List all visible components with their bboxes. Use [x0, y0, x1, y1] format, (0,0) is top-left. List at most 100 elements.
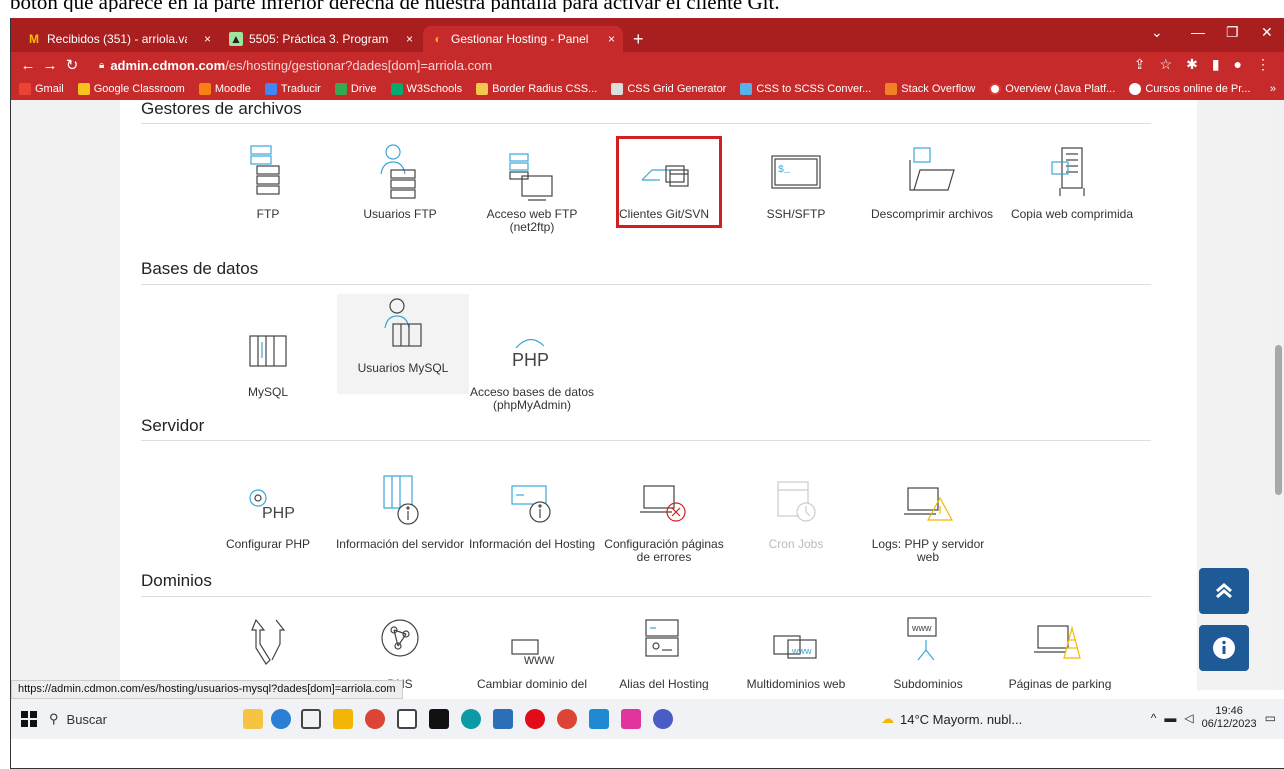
close-window-icon[interactable]: ✕: [1261, 24, 1273, 41]
new-tab-button[interactable]: +: [625, 26, 652, 52]
item-dominio-flechas[interactable]: [202, 610, 334, 678]
cloud-icon: ☁: [881, 711, 894, 726]
bookmark-css-grid[interactable]: CSS Grid Generator: [611, 83, 726, 95]
bookmark-classroom[interactable]: Google Classroom: [77, 83, 185, 95]
bookmark-drive[interactable]: Drive: [334, 83, 377, 95]
edge-icon[interactable]: [461, 709, 481, 729]
chevron-down-icon[interactable]: ⌄: [1151, 24, 1163, 41]
reload-icon[interactable]: ↻: [61, 56, 83, 74]
item-subdominios[interactable]: www Subdominios: [862, 610, 994, 690]
item-cambiar-dominio[interactable]: www Cambiar dominio del Hosting: [466, 610, 598, 690]
item-phpmyadmin[interactable]: PHP Acceso bases de datos (phpMyAdmin): [466, 318, 598, 412]
star-icon[interactable]: ☆: [1160, 56, 1173, 73]
close-icon[interactable]: ×: [406, 32, 413, 46]
menu-icon[interactable]: ⋮: [1256, 56, 1270, 73]
file-explorer-icon[interactable]: [243, 709, 263, 729]
close-icon[interactable]: ×: [608, 32, 615, 46]
notepad-icon[interactable]: [397, 709, 417, 729]
hosting-info-icon: [511, 485, 551, 523]
item-info-hosting[interactable]: Información del Hosting: [466, 470, 598, 551]
calendar-clock-icon: [777, 481, 816, 522]
chrome-profile-icon[interactable]: [557, 709, 577, 729]
tab-gestionar-hosting[interactable]: ◐ Gestionar Hosting - Panel de Co ×: [423, 26, 623, 52]
network-icon[interactable]: ▬: [1164, 711, 1176, 725]
gmail-icon: [19, 83, 31, 95]
item-descomprimir[interactable]: Descomprimir archivos: [866, 140, 998, 221]
item-acceso-web-ftp[interactable]: Acceso web FTP (net2ftp): [466, 140, 598, 234]
minimize-icon[interactable]: —: [1191, 24, 1205, 40]
bookmark-traducir[interactable]: Traducir: [264, 83, 321, 95]
server-info-icon: [383, 475, 419, 525]
alias-icon: [645, 619, 679, 657]
chevron-up-icon[interactable]: ^: [1151, 711, 1157, 725]
web-ftp-icon: [509, 153, 553, 201]
vscode-icon[interactable]: [589, 709, 609, 729]
item-paginas-parking[interactable]: Páginas de parking: [994, 610, 1126, 690]
user-server-icon: [380, 144, 416, 199]
bookmark-border-radius[interactable]: Border Radius CSS...: [476, 83, 597, 95]
calculator-icon[interactable]: [493, 709, 513, 729]
opera-icon[interactable]: [525, 709, 545, 729]
task-view-icon[interactable]: [301, 709, 321, 729]
bookmark-w3schools[interactable]: W3Schools: [390, 83, 462, 95]
address-field[interactable]: 🔒︎ admin.cdmon.com/es/hosting/gestionar?…: [99, 55, 1179, 75]
item-mysql[interactable]: MySQL: [202, 318, 334, 399]
chrome-icon[interactable]: [365, 709, 385, 729]
system-tray: ^ ▬ ◁ 19:46 06/12/2023 ▭: [1151, 705, 1276, 731]
item-configurar-php[interactable]: PHP Configurar PHP: [202, 470, 334, 551]
weather-widget[interactable]: ☁ 14°C Mayorm. nubl...: [881, 711, 1022, 727]
scroll-thumb[interactable]: [1275, 345, 1282, 495]
moodle-icon: ▲: [229, 32, 243, 46]
tab-gmail[interactable]: M Recibidos (351) - arriola.valverde ×: [19, 26, 219, 52]
close-icon[interactable]: ×: [204, 32, 211, 46]
item-ftp[interactable]: FTP: [202, 140, 334, 221]
item-alias-hosting[interactable]: Alias del Hosting: [598, 610, 730, 690]
person-icon[interactable]: [271, 709, 291, 729]
tab-moodle[interactable]: ▲ 5505: Práctica 3. Programando y ×: [221, 26, 421, 52]
volume-icon[interactable]: ◁: [1184, 711, 1193, 725]
svg-text:$_: $_: [778, 164, 791, 176]
item-usuarios-ftp[interactable]: Usuarios FTP: [334, 140, 466, 221]
bookmark-cursos[interactable]: Cursos online de Pr...: [1129, 83, 1250, 95]
bookmark-moodle[interactable]: Moodle: [198, 83, 251, 95]
item-dns[interactable]: DNS: [334, 610, 466, 690]
share-icon[interactable]: ⇪: [1134, 56, 1146, 73]
item-info-servidor[interactable]: Información del servidor: [334, 470, 466, 551]
restore-icon[interactable]: ❐: [1226, 24, 1239, 41]
terminal-icon[interactable]: [429, 709, 449, 729]
windows-start-icon[interactable]: [21, 711, 37, 727]
back-icon[interactable]: ←: [17, 57, 39, 74]
ftp-server-icon: [250, 145, 280, 195]
forward-icon[interactable]: →: [39, 57, 61, 74]
clock[interactable]: 19:46 06/12/2023: [1202, 705, 1257, 731]
sidebar-icon[interactable]: ▮: [1212, 56, 1220, 73]
item-cron-jobs[interactable]: Cron Jobs: [730, 470, 862, 551]
bookmark-java[interactable]: Overview (Java Platf...: [989, 83, 1115, 95]
bookmark-gmail[interactable]: Gmail: [19, 83, 64, 95]
extensions-icon[interactable]: ✱: [1186, 56, 1198, 73]
scroll-top-button[interactable]: [1199, 568, 1249, 614]
item-paginas-errores[interactable]: Configuración páginas de errores: [598, 470, 730, 564]
svg-text:www: www: [911, 623, 932, 633]
info-button[interactable]: [1199, 625, 1249, 671]
item-multidominios[interactable]: www Multidominios web: [730, 610, 862, 690]
tab-bar: M Recibidos (351) - arriola.valverde × ▲…: [11, 18, 1284, 52]
chrome-badge-icon[interactable]: [653, 709, 673, 729]
avatar[interactable]: ●: [1234, 56, 1242, 73]
url-bar: ← → ↻ 🔒︎ admin.cdmon.com/es/hosting/gest…: [11, 52, 1284, 78]
page-scrollbar[interactable]: [1273, 100, 1284, 690]
grid-icon: [611, 83, 624, 95]
bookmark-stackoverflow[interactable]: Stack Overflow: [885, 83, 975, 95]
bookmark-css-scss[interactable]: CSS to SCSS Conver...: [740, 83, 871, 95]
bookmarks-more[interactable]: »: [1270, 83, 1276, 95]
url-path: /es/hosting/gestionar?dades[dom]=arriola…: [225, 57, 493, 73]
section-title-archivos: Gestores de archivos: [141, 100, 302, 118]
app-icon[interactable]: [621, 709, 641, 729]
taskbar-search[interactable]: ⚲ Buscar: [49, 705, 219, 733]
item-copia-web[interactable]: Copia web comprimida: [1006, 140, 1138, 221]
folder-icon[interactable]: [333, 709, 353, 729]
item-ssh-sftp[interactable]: $_ SSH/SFTP: [730, 140, 862, 221]
item-logs[interactable]: Logs: PHP y servidor web: [862, 470, 994, 564]
item-usuarios-mysql[interactable]: Usuarios MySQL: [337, 294, 469, 394]
notification-icon[interactable]: ▭: [1265, 711, 1276, 725]
